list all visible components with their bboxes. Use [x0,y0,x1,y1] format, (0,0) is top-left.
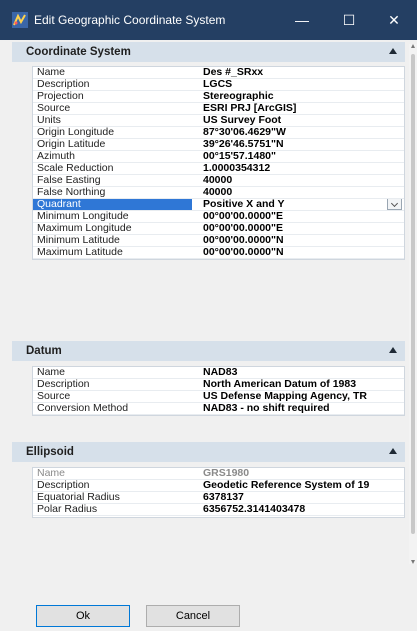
property-row[interactable]: Equatorial Radius 6378137 [33,492,404,504]
property-name: Source [37,103,71,114]
property-row[interactable]: False Northing 40000 [33,187,404,199]
property-name: Origin Longitude [37,127,115,138]
property-name: Description [37,379,90,390]
property-value[interactable]: 40000 [203,187,232,198]
property-value[interactable]: 00°15'57.1480" [203,151,276,162]
property-name: Minimum Latitude [37,235,120,246]
property-row[interactable]: Minimum Latitude 00°00'00.0000"N [33,235,404,247]
property-name: Polar Radius [37,504,98,515]
property-row[interactable]: Scale Reduction 1.0000354312 [33,163,404,175]
property-row[interactable]: Conversion Method NAD83 - no shift requir… [33,403,404,415]
close-button[interactable]: ✕ [371,0,417,40]
property-row[interactable]: Source US Defense Mapping Agency, TR [33,391,404,403]
map-app-icon [12,12,28,28]
property-value[interactable]: US Survey Foot [203,115,281,126]
cancel-button[interactable]: Cancel [146,605,240,627]
property-name: Name [37,367,66,378]
property-name: Name [37,67,66,78]
property-value[interactable]: 00°00'00.0000"N [203,247,284,258]
maximize-button[interactable]: ☐ [326,0,372,40]
section-title: Ellipsoid [26,446,74,458]
collapse-icon[interactable] [389,448,397,454]
collapse-icon[interactable] [389,48,397,54]
dropdown-button[interactable] [387,199,402,210]
property-row[interactable]: Source ESRI PRJ [ArcGIS] [33,103,404,115]
property-value[interactable]: 6378137 [203,492,244,503]
property-row[interactable]: Origin Latitude 39°26'46.5751"N [33,139,404,151]
property-value[interactable]: 6356752.3141403478 [203,504,305,515]
property-name: Quadrant [33,199,192,210]
property-row[interactable]: False Easting 40000 [33,175,404,187]
scroll-thumb[interactable] [411,54,415,534]
property-row[interactable]: Maximum Longitude 00°00'00.0000"E [33,223,404,235]
property-value[interactable]: 00°00'00.0000"E [203,223,283,234]
property-row[interactable]: Description LGCS [33,79,404,91]
property-row[interactable]: Maximum Latitude 00°00'00.0000"N [33,247,404,259]
property-panel: Coordinate System Name Des #_SRxx Descrip… [0,40,417,571]
property-name: Projection [37,91,84,102]
property-row[interactable]: Origin Longitude 87°30'06.4629"W [33,127,404,139]
scroll-down-icon[interactable] [411,560,415,564]
property-name: Origin Latitude [37,139,106,150]
property-row-quadrant[interactable]: Quadrant Positive X and Y [33,199,404,211]
property-name: Maximum Longitude [37,223,132,234]
chevron-down-icon [390,199,399,207]
property-row[interactable]: Description North American Datum of 1983 [33,379,404,391]
property-value[interactable]: North American Datum of 1983 [203,379,356,390]
ok-button[interactable]: Ok [36,605,130,627]
section-title: Coordinate System [26,46,131,58]
property-name: Conversion Method [37,403,129,414]
scroll-up-icon[interactable] [411,44,415,48]
property-name: Scale Reduction [37,163,114,174]
ellipsoid-grid: Name GRS1980 Description Geodetic Referenc… [32,467,405,518]
property-row[interactable]: Azimuth 00°15'57.1480" [33,151,404,163]
property-row[interactable]: Description Geodetic Reference System of … [33,480,404,492]
collapse-icon[interactable] [389,347,397,353]
property-name: Maximum Latitude [37,247,123,258]
vertical-scrollbar[interactable] [409,44,417,564]
property-value[interactable]: NAD83 [203,367,237,378]
property-value[interactable]: 87°30'06.4629"W [203,127,286,138]
property-name: Azimuth [37,151,75,162]
property-row[interactable]: Name Des #_SRxx [33,67,404,79]
property-row[interactable]: Name NAD83 [33,367,404,379]
section-coordinate-system-header[interactable]: Coordinate System [12,42,405,62]
property-value[interactable]: Des #_SRxx [203,67,263,78]
property-name: Units [37,115,61,126]
property-value[interactable]: 00°00'00.0000"N [203,235,284,246]
property-name: Description [37,79,90,90]
property-row[interactable]: Minimum Longitude 00°00'00.0000"E [33,211,404,223]
property-name: False Northing [37,187,106,198]
property-row[interactable]: Units US Survey Foot [33,115,404,127]
property-row[interactable]: Projection Stereographic [33,91,404,103]
property-value[interactable]: 00°00'00.0000"E [203,211,283,222]
property-name: Minimum Longitude [37,211,129,222]
title-bar: Edit Geographic Coordinate System — ☐ ✕ [0,0,417,40]
property-value[interactable]: ESRI PRJ [ArcGIS] [203,103,296,114]
property-value[interactable]: 40000 [203,175,232,186]
property-value[interactable]: NAD83 - no shift required [203,403,330,414]
property-value[interactable]: Geodetic Reference System of 19 [203,480,369,491]
property-row[interactable]: Name GRS1980 [33,468,404,480]
quadrant-select[interactable]: Positive X and Y [203,199,285,210]
coordinate-system-grid: Name Des #_SRxx Description LGCS Projectio… [32,66,405,260]
property-name: Name [37,468,66,479]
property-value[interactable]: Stereographic [203,91,274,102]
property-value[interactable]: 1.0000354312 [203,163,270,174]
property-value[interactable]: LGCS [203,79,232,90]
property-value: GRS1980 [203,468,250,479]
window-title: Edit Geographic Coordinate System [34,13,226,27]
datum-grid: Name NAD83 Description North American Datu… [32,366,405,416]
section-ellipsoid-header[interactable]: Ellipsoid [12,442,405,462]
property-name: Source [37,391,71,402]
property-name: False Easting [37,175,101,186]
property-row[interactable]: Polar Radius 6356752.3141403478 [33,504,404,516]
property-name: Equatorial Radius [37,492,120,503]
section-title: Datum [26,345,62,357]
property-name: Description [37,480,90,491]
property-value[interactable]: US Defense Mapping Agency, TR [203,391,367,402]
property-value[interactable]: 39°26'46.5751"N [203,139,284,150]
minimize-button[interactable]: — [279,0,325,40]
section-datum-header[interactable]: Datum [12,341,405,361]
